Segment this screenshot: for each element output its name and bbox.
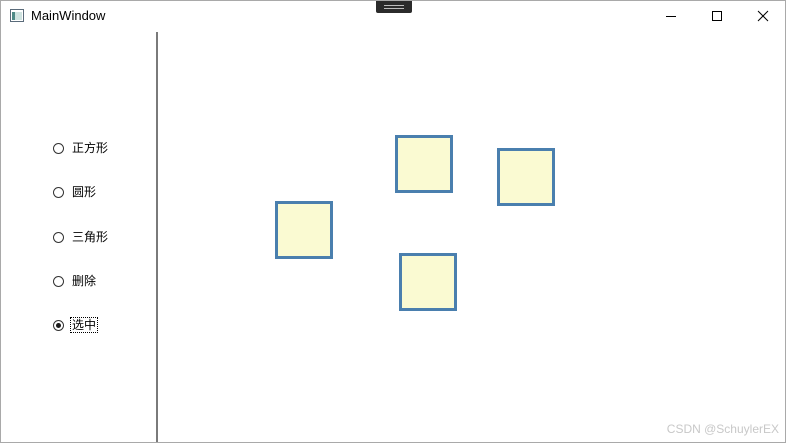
window-title: MainWindow	[31, 8, 106, 23]
minimize-icon	[666, 16, 676, 17]
radio-button[interactable]	[53, 231, 64, 243]
radio-label[interactable]: 圆形	[71, 185, 97, 199]
radio-label[interactable]: 正方形	[71, 141, 109, 155]
snap-grip-handle[interactable]	[376, 1, 412, 13]
radio-delete[interactable]: 删除	[53, 273, 97, 289]
close-button[interactable]	[740, 1, 786, 31]
radio-label[interactable]: 选中	[69, 317, 99, 333]
radio-label[interactable]: 删除	[71, 274, 97, 288]
drawing-canvas[interactable]	[158, 32, 785, 442]
radio-button[interactable]	[53, 186, 64, 198]
radio-select[interactable]: 选中	[53, 317, 99, 333]
square-shape[interactable]	[275, 201, 333, 259]
maximize-button[interactable]	[694, 1, 740, 31]
app-window-icon	[10, 9, 24, 22]
main-window: MainWindow 正方形 圆形 三角形 删除 选中 CSDN @Schuyl…	[0, 0, 786, 443]
square-shape[interactable]	[399, 253, 457, 311]
radio-button-checked[interactable]	[53, 319, 64, 331]
square-shape[interactable]	[395, 135, 453, 193]
title-bar[interactable]: MainWindow	[1, 1, 785, 31]
square-shape[interactable]	[497, 148, 555, 206]
radio-button[interactable]	[53, 275, 64, 287]
radio-circle-option[interactable]: 圆形	[53, 184, 97, 200]
watermark-text: CSDN @SchuylerEX	[666, 422, 779, 436]
radio-button[interactable]	[53, 142, 64, 154]
minimize-button[interactable]	[648, 1, 694, 31]
maximize-icon	[712, 11, 722, 21]
tool-panel: 正方形 圆形 三角形 删除 选中	[1, 31, 156, 442]
radio-triangle[interactable]: 三角形	[53, 229, 109, 245]
close-icon	[757, 10, 769, 22]
radio-label[interactable]: 三角形	[71, 230, 109, 244]
radio-square[interactable]: 正方形	[53, 140, 109, 156]
